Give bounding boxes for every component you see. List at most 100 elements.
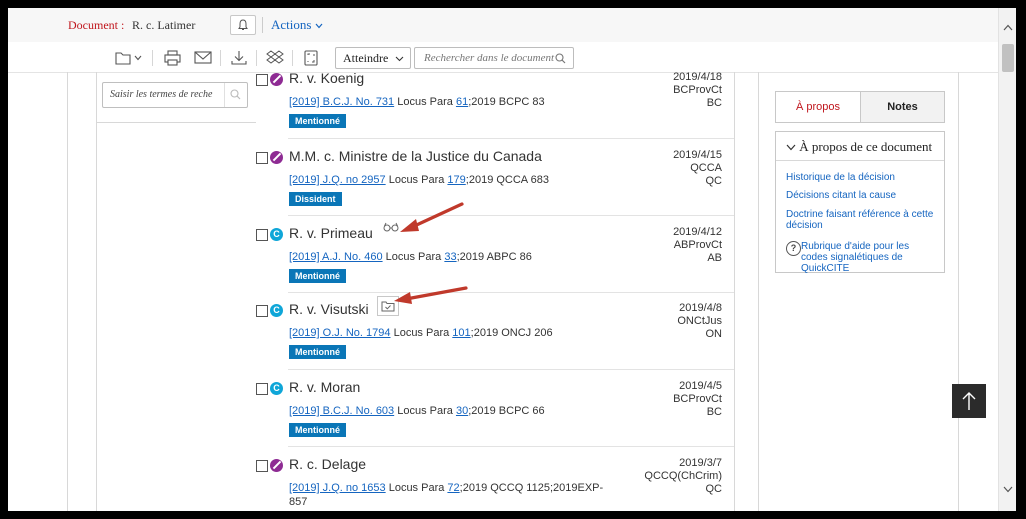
case-title-link[interactable]: R. c. Delage <box>289 456 366 472</box>
negative-treatment-signal-icon[interactable] <box>270 73 283 86</box>
case-citation: [2019] J.Q. no 2957 Locus Para 179;2019 … <box>289 174 549 186</box>
citation-rest: ;2019 BCPC 83 <box>468 96 545 108</box>
citation-link[interactable]: [2019] J.Q. no 1653 <box>289 482 386 494</box>
citing-decisions-link[interactable]: Décisions citant la cause <box>786 190 936 201</box>
tab-notes[interactable]: Notes <box>861 101 944 113</box>
content-border-left <box>67 72 68 511</box>
panel-divider <box>776 160 944 161</box>
case-jurisdiction: QC <box>705 175 723 187</box>
case-separator <box>288 369 734 370</box>
email-icon[interactable] <box>194 50 212 66</box>
chevron-down-icon[interactable] <box>134 55 142 61</box>
locus-para-link[interactable]: 72 <box>447 482 459 494</box>
case-checkbox[interactable] <box>256 305 268 317</box>
citation-rest: ;2019 BCPC 66 <box>468 405 545 417</box>
arrow-up-icon <box>962 392 976 410</box>
back-to-top-button[interactable] <box>952 384 986 418</box>
treatment-badge: Mentionné <box>289 345 346 359</box>
case-date: 2019/4/18 <box>673 71 722 83</box>
negative-treatment-signal-icon[interactable] <box>270 151 283 164</box>
document-search-input[interactable]: Rechercher dans le document <box>414 47 574 69</box>
case-court: ABProvCt <box>673 239 722 251</box>
cited-signal-icon[interactable]: C <box>270 382 283 395</box>
case-checkbox[interactable] <box>256 74 268 86</box>
right-panel-edge <box>958 72 959 511</box>
case-date-court: 2019/4/8 ONCtJus ON <box>677 302 722 341</box>
terms-search-input[interactable]: Saisir les termes de reche <box>102 82 248 108</box>
cited-signal-icon[interactable]: C <box>270 228 283 241</box>
download-icon[interactable] <box>230 50 248 66</box>
print-icon[interactable] <box>164 50 182 66</box>
about-section-toggle[interactable]: À propos de ce document <box>786 139 932 155</box>
terms-search-button[interactable] <box>224 83 247 107</box>
citation-link[interactable]: [2019] O.J. No. 1794 <box>289 327 391 339</box>
folder-icon[interactable] <box>115 50 135 66</box>
locus-para-link[interactable]: 33 <box>444 251 456 263</box>
cited-signal-icon[interactable]: C <box>270 304 283 317</box>
locus-para-link[interactable]: 101 <box>452 327 470 339</box>
citation-link[interactable]: [2019] B.C.J. No. 731 <box>289 96 394 108</box>
about-heading: À propos de ce document <box>799 139 933 154</box>
locus-label: Locus Para <box>385 251 442 263</box>
locus-para-link[interactable]: 61 <box>456 96 468 108</box>
help-icon: ? <box>786 241 801 256</box>
locus-para-link[interactable]: 179 <box>447 174 465 186</box>
case-checkbox[interactable] <box>256 460 268 472</box>
citation-link[interactable]: [2019] B.C.J. No. 603 <box>289 405 394 417</box>
chevron-down-icon <box>786 144 796 151</box>
case-title-link[interactable]: R. v. Primeau <box>289 225 373 241</box>
case-item: R. v. Koenig [2019] B.C.J. No. 731 Locus… <box>256 70 734 133</box>
case-jurisdiction: BC <box>706 406 722 418</box>
case-checkbox[interactable] <box>256 152 268 164</box>
search-icon[interactable] <box>555 53 566 64</box>
case-date-court: 2019/3/7 QCCQ(ChCrim) QC <box>644 457 722 496</box>
fullscreen-icon[interactable] <box>302 50 320 66</box>
case-date: 2019/4/8 <box>679 302 722 314</box>
chevron-down-icon[interactable] <box>1003 486 1013 493</box>
case-item: R. c. Delage [2019] J.Q. no 1653 Locus P… <box>256 456 734 511</box>
locus-para-link[interactable]: 30 <box>456 405 468 417</box>
case-checkbox[interactable] <box>256 383 268 395</box>
case-item: C R. v. Primeau [2019] A.J. No. 460 Locu… <box>256 222 734 288</box>
toolbar-divider <box>292 50 293 66</box>
case-title-link[interactable]: M.M. c. Ministre de la Justice du Canada <box>289 148 542 164</box>
case-date: 2019/4/5 <box>679 380 722 392</box>
scrollbar-thumb[interactable] <box>1002 44 1014 72</box>
goto-label: Atteindre <box>343 51 389 65</box>
document-search-placeholder: Rechercher dans le document <box>424 52 555 64</box>
document-name: R. c. Latimer <box>132 18 196 32</box>
case-title-link[interactable]: R. v. Moran <box>289 379 360 395</box>
actions-menu[interactable]: Actions <box>262 17 323 33</box>
quickcite-help-link[interactable]: Rubrique d'aide pour les codes signaléti… <box>801 241 936 274</box>
case-checkbox[interactable] <box>256 229 268 241</box>
vertical-scrollbar[interactable] <box>998 8 1016 511</box>
annotation-arrow-icon <box>394 286 468 304</box>
doctrine-reference-link[interactable]: Doctrine faisant référence à cette décis… <box>786 209 936 231</box>
case-date-court: 2019/4/5 BCProvCt BC <box>673 380 722 419</box>
treatment-badge: Mentionné <box>289 423 346 437</box>
search-icon <box>230 89 241 100</box>
case-separator <box>288 446 734 447</box>
actions-label: Actions <box>271 17 312 32</box>
chevron-up-icon[interactable] <box>1003 24 1013 31</box>
case-jurisdiction: BC <box>706 97 722 109</box>
citation-link[interactable]: [2019] J.Q. no 2957 <box>289 174 386 186</box>
terms-search-placeholder: Saisir les termes de reche <box>110 89 213 100</box>
case-separator <box>288 138 734 139</box>
document-toolbar: Atteindre Rechercher dans le document <box>8 42 1016 73</box>
case-title-link[interactable]: R. v. Koenig <box>289 70 364 86</box>
tab-about[interactable]: À propos <box>776 92 861 122</box>
goto-dropdown[interactable]: Atteindre <box>335 47 411 69</box>
decision-history-link[interactable]: Historique de la décision <box>786 172 936 183</box>
negative-treatment-signal-icon[interactable] <box>270 459 283 472</box>
case-item: C R. v. Visutski [2019] O.J. No. 1794 Lo… <box>256 296 734 364</box>
locus-label: Locus Para <box>388 482 445 494</box>
case-date-court: 2019/4/15 QCCA QC <box>673 149 722 188</box>
dropbox-icon[interactable] <box>266 50 284 66</box>
right-panel-border <box>758 72 759 511</box>
citation-link[interactable]: [2019] A.J. No. 460 <box>289 251 383 263</box>
alert-button[interactable] <box>230 15 256 35</box>
citation-rest: ;2019 ONCJ 206 <box>470 327 553 339</box>
case-title-link[interactable]: R. v. Visutski <box>289 301 369 317</box>
case-separator <box>288 292 734 293</box>
